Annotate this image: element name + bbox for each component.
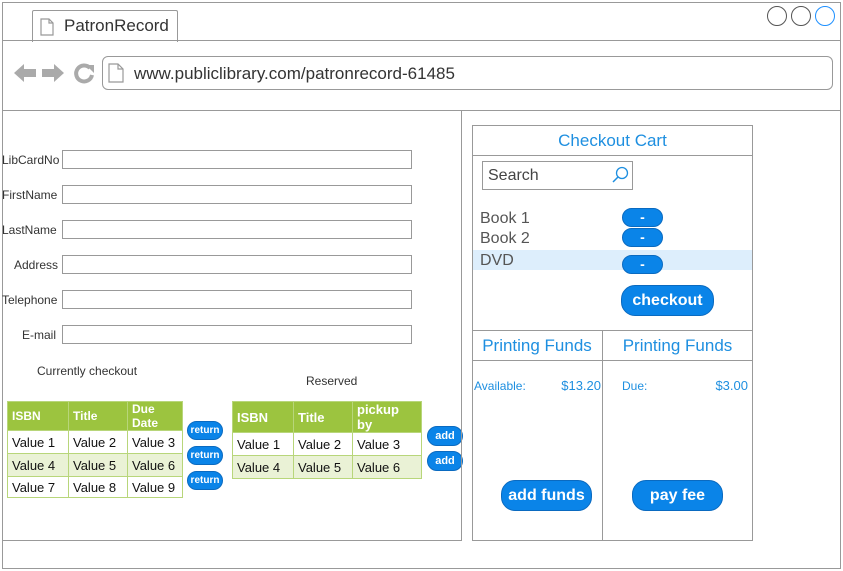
reserved-table: ISBN Title pickup by Value 1 Value 2 Val… <box>232 401 422 479</box>
add-button[interactable]: add <box>427 426 463 446</box>
cart-item: Book 2 <box>480 230 530 247</box>
toolbar-divider <box>2 110 841 111</box>
lastname-field[interactable] <box>62 220 412 239</box>
add-button[interactable]: add <box>427 451 463 471</box>
checkout-table: ISBN Title Due Date Value 1 Value 2 Valu… <box>7 401 183 498</box>
due-label: Due: <box>622 379 648 393</box>
column-header: ISBN <box>7 401 69 431</box>
printing-funds-title: Printing Funds <box>482 336 592 355</box>
selected-row-highlight <box>473 250 752 270</box>
minimize-button[interactable] <box>767 6 787 26</box>
reserved-table-title: Reserved <box>306 374 358 388</box>
column-header: ISBN <box>232 401 294 433</box>
due-amount: $3.00 <box>715 378 748 393</box>
page-icon <box>108 63 124 83</box>
libcardno-field[interactable] <box>62 150 412 169</box>
lastname-label: LastName <box>2 223 57 237</box>
address-label: Address <box>13 258 58 272</box>
table-row: Value 4 Value 5 Value 6 <box>232 455 422 479</box>
tabbar-divider <box>2 40 841 41</box>
column-header: Title <box>68 401 128 431</box>
table-cell: Value 4 <box>7 453 69 477</box>
remove-item-button[interactable]: - <box>622 255 663 274</box>
forward-arrow-icon[interactable] <box>40 62 66 84</box>
cart-divider <box>472 155 753 156</box>
maximize-button[interactable] <box>791 6 811 26</box>
page-icon <box>40 18 54 36</box>
cart-item: DVD <box>480 252 514 269</box>
url-text: www.publiclibrary.com/patronrecord-61485 <box>134 64 455 83</box>
firstname-field[interactable] <box>62 185 412 204</box>
telephone-label: Telephone <box>2 293 58 307</box>
table-cell: Value 1 <box>7 430 69 454</box>
checkout-button[interactable]: checkout <box>621 285 714 316</box>
panel-divider <box>461 110 462 541</box>
return-button[interactable]: return <box>187 471 223 490</box>
table-cell: Value 8 <box>68 476 128 498</box>
refresh-icon[interactable] <box>72 62 96 86</box>
back-arrow-icon[interactable] <box>12 62 38 84</box>
remove-item-button[interactable]: - <box>622 228 663 247</box>
table-cell: Value 4 <box>232 455 294 479</box>
funds-divider <box>472 360 753 361</box>
table-row: Value 7 Value 8 Value 9 <box>7 476 183 498</box>
table-cell: Value 2 <box>68 430 128 454</box>
close-button[interactable] <box>815 6 835 26</box>
cart-item: Book 1 <box>480 210 530 227</box>
table-cell: Value 6 <box>352 455 422 479</box>
address-field[interactable] <box>62 255 412 274</box>
table-cell: Value 6 <box>127 453 183 477</box>
add-funds-button[interactable]: add funds <box>501 480 592 511</box>
available-label: Available: <box>474 379 526 393</box>
tab-title: PatronRecord <box>64 16 169 35</box>
search-icon[interactable] <box>611 166 629 184</box>
checkout-cart-title: Checkout Cart <box>558 131 667 150</box>
printing-funds-title: Printing Funds <box>622 336 733 355</box>
table-cell: Value 5 <box>293 455 353 479</box>
email-field[interactable] <box>62 325 412 344</box>
column-header: Title <box>293 401 353 433</box>
checkout-table-title: Currently checkout <box>37 364 138 378</box>
column-header: pickup by <box>352 401 422 433</box>
table-row: Value 4 Value 5 Value 6 <box>7 453 183 477</box>
email-label: E-mail <box>21 328 56 342</box>
funds-divider <box>472 330 753 331</box>
libcardno-label: LibCardNo <box>2 153 60 167</box>
table-row: Value 1 Value 2 Value 3 <box>232 432 422 456</box>
remove-item-button[interactable]: - <box>622 208 663 227</box>
funds-divider <box>602 330 603 541</box>
return-button[interactable]: return <box>187 421 223 440</box>
panel-divider <box>2 540 462 541</box>
telephone-field[interactable] <box>62 290 412 309</box>
table-cell: Value 7 <box>7 476 69 498</box>
table-cell: Value 9 <box>127 476 183 498</box>
pay-fee-button[interactable]: pay fee <box>632 480 723 511</box>
firstname-label: FirstName <box>2 188 58 202</box>
table-row: Value 1 Value 2 Value 3 <box>7 430 183 454</box>
available-amount: $13.20 <box>561 378 601 393</box>
table-cell: Value 5 <box>68 453 128 477</box>
return-button[interactable]: return <box>187 446 223 465</box>
table-cell: Value 3 <box>352 432 422 456</box>
column-header: Due Date <box>127 401 183 431</box>
table-cell: Value 2 <box>293 432 353 456</box>
search-input[interactable]: Search <box>488 167 539 185</box>
table-cell: Value 1 <box>232 432 294 456</box>
table-cell: Value 3 <box>127 430 183 454</box>
